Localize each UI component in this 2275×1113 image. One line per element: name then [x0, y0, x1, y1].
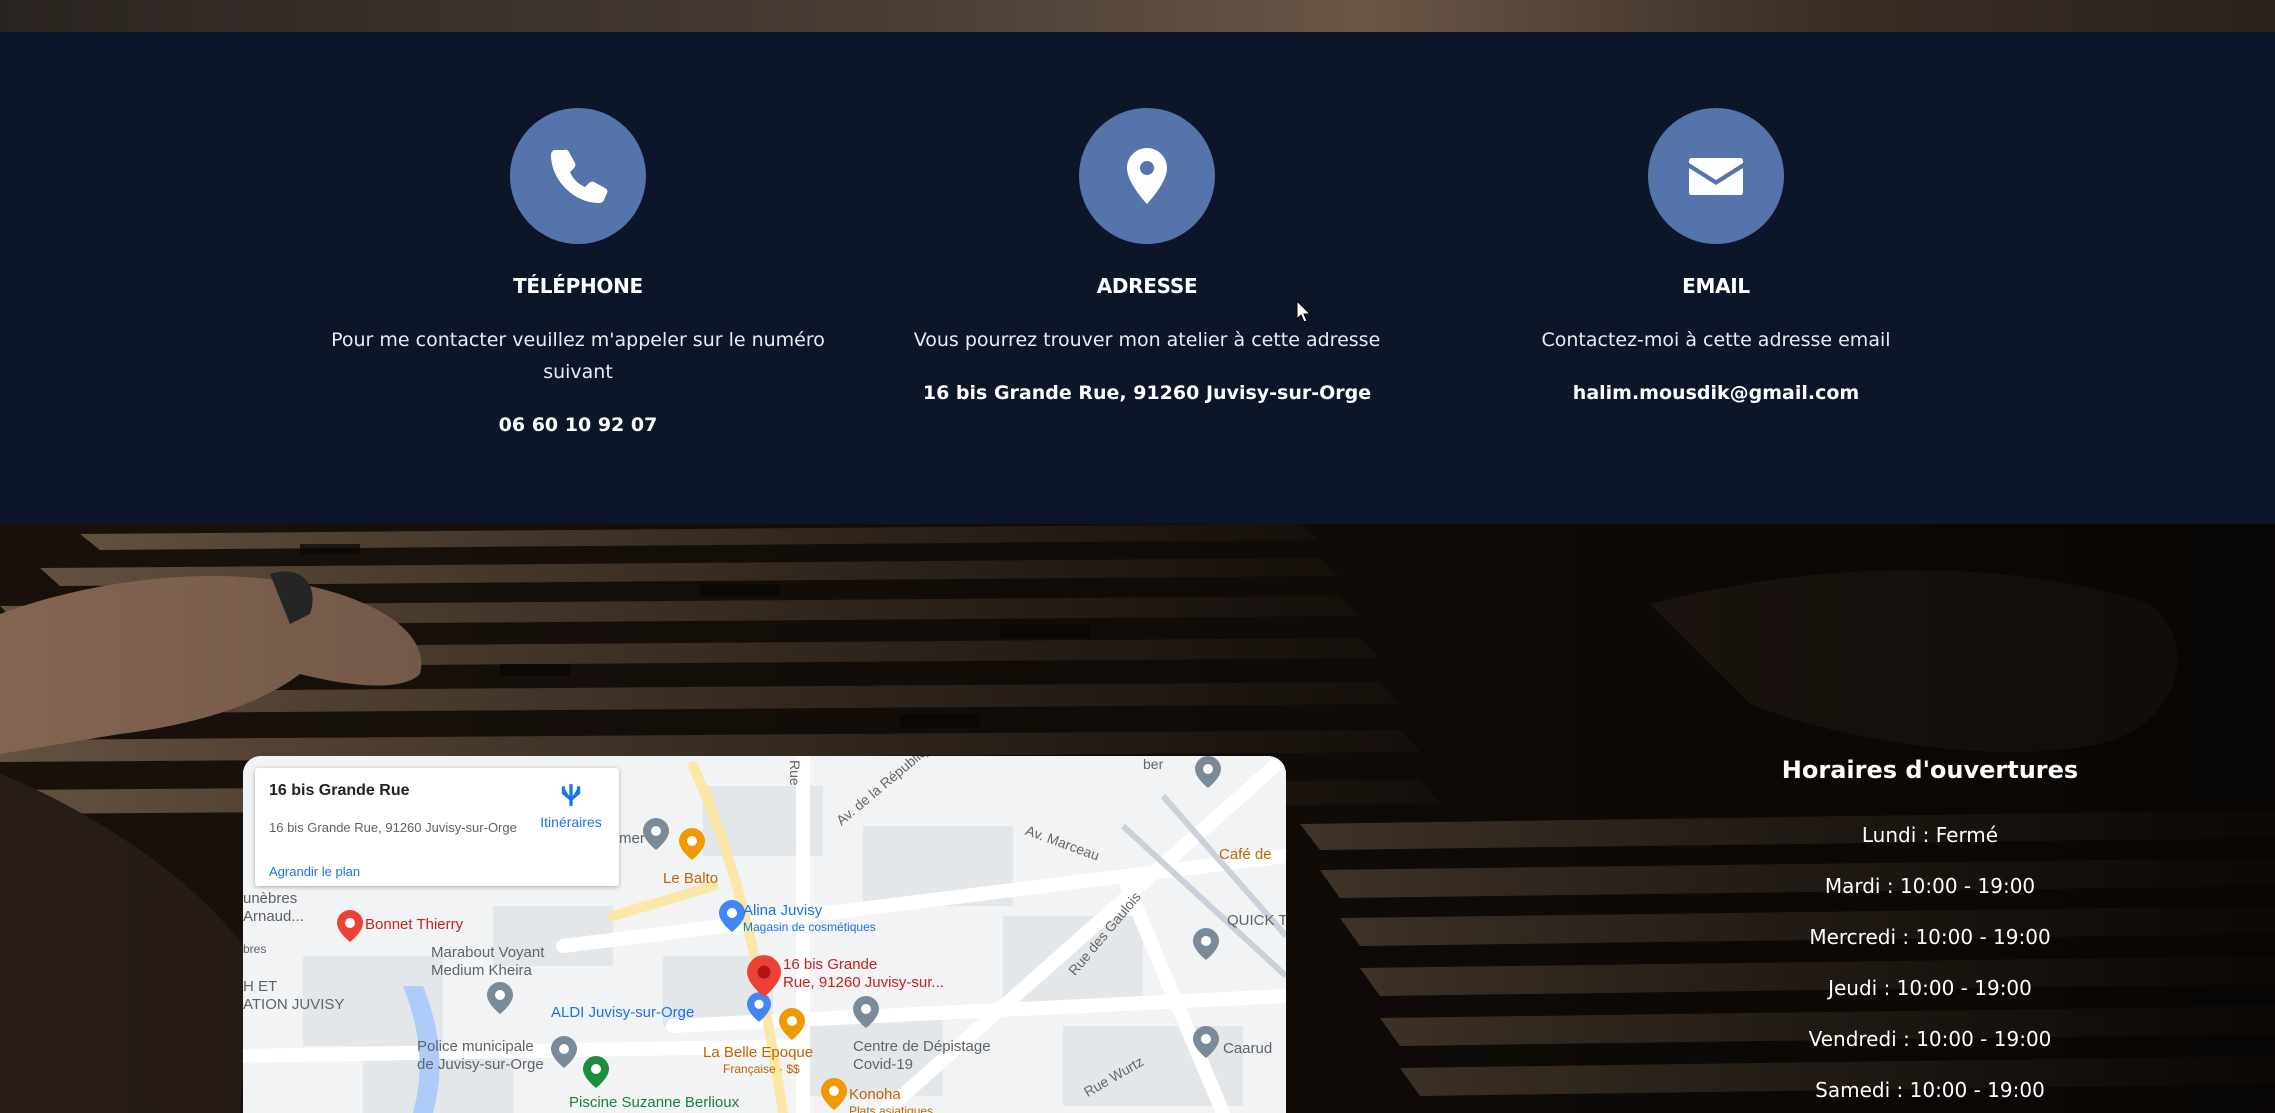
contact-phone: TÉLÉPHONE Pour me contacter veuillez m'a…: [298, 108, 858, 436]
envelope-icon: [1648, 108, 1784, 244]
map-place-address: 16 bis Grande Rue, 91260 Juvisy-sur-Orge: [269, 820, 517, 835]
google-map-embed[interactable]: 16 bis Grande Rue 16 bis Grande Rue, 912…: [243, 756, 1286, 1113]
place-pin-icon: [551, 1036, 577, 1068]
directions-icon: [561, 784, 581, 806]
contact-section: TÉLÉPHONE Pour me contacter veuillez m'a…: [0, 32, 2275, 524]
shop-pin-icon: [337, 910, 363, 942]
map-label-konoha-sub: Plats asiatiques: [849, 1104, 934, 1113]
location-pin-icon: [747, 955, 781, 997]
opening-hours-title: Horaires d'ouvertures: [1781, 756, 2079, 784]
place-pin-icon: [1195, 756, 1221, 788]
map-label-ation: ATION JUVISY: [243, 996, 345, 1013]
phone-description: Pour me contacter veuillez m'appeler sur…: [331, 329, 825, 383]
map-label-funebres-2: Arnaud...: [243, 908, 304, 925]
place-pin-icon: [643, 818, 669, 850]
email-title: EMAIL: [1682, 274, 1750, 298]
map-label-police: Police municipale: [417, 1038, 534, 1055]
place-pin-icon: [1193, 928, 1219, 960]
address-title: ADRESSE: [1096, 274, 1198, 298]
restaurant-pin-icon: [679, 828, 705, 860]
map-label-piscine: Piscine Suzanne Berlioux: [569, 1094, 740, 1111]
map-label-centre: Centre de Dépistage: [853, 1038, 991, 1055]
directions-label: Itinéraires: [540, 814, 602, 830]
map-label-belle-epoque-sub: Française · $$: [723, 1062, 800, 1076]
phone-number[interactable]: 06 60 10 92 07: [499, 414, 658, 436]
map-pin-icon: [1079, 108, 1215, 244]
map-label-police-2: de Juvisy-sur-Orge: [417, 1056, 544, 1073]
map-label-aldi: ALDI Juvisy-sur-Orge: [551, 1004, 695, 1021]
map-label-pin: 16 bis Grande: [783, 956, 878, 973]
hours-tuesday: Mardi : 10:00 - 19:00: [1824, 874, 2036, 898]
opening-hours: Horaires d'ouvertures Lundi : Fermé Mard…: [1660, 756, 2200, 1113]
phone-title: TÉLÉPHONE: [513, 274, 643, 298]
hours-saturday: Samedi : 10:00 - 19:00: [1815, 1078, 2045, 1102]
phone-icon: [510, 108, 646, 244]
map-label-caarud: Caarud: [1223, 1040, 1273, 1057]
map-label-mer: mer: [619, 830, 645, 847]
map-place-title: 16 bis Grande Rue: [269, 782, 410, 799]
map-label-cafe: Café de: [1219, 846, 1272, 863]
email-description: Contactez-moi à cette adresse email: [1541, 329, 1891, 351]
map-label-pin-2: Rue, 91260 Juvisy-sur...: [783, 974, 944, 991]
hours-monday: Lundi : Fermé: [1861, 823, 1999, 847]
map-label-alina: Alina Juvisy: [743, 902, 823, 919]
map-road-ber: ber: [1143, 756, 1164, 772]
map-label-alina-sub: Magasin de cosmétiques: [743, 920, 876, 934]
map-directions-button[interactable]: Itinéraires: [531, 782, 611, 830]
map-label-bonnet: Bonnet Thierry: [365, 916, 464, 933]
address-value: 16 bis Grande Rue, 91260 Juvisy-sur-Orge: [922, 382, 1372, 404]
contact-email: EMAIL Contactez-moi à cette adresse emai…: [1436, 108, 1996, 404]
map-label-funebres: unèbres: [243, 890, 298, 907]
hours-friday: Vendredi : 10:00 - 19:00: [1808, 1027, 2052, 1051]
map-label-le-balto: Le Balto: [663, 870, 719, 887]
hours-wednesday: Mercredi : 10:00 - 19:00: [1809, 925, 2051, 949]
park-pin-icon: [583, 1056, 609, 1088]
top-banner-image: [0, 0, 2275, 32]
restaurant-pin-icon: [779, 1008, 805, 1040]
map-label-konoha: Konoha: [849, 1086, 901, 1103]
mouse-cursor-icon: [1296, 300, 1312, 323]
place-pin-icon: [853, 996, 879, 1028]
address-description: Vous pourrez trouver mon atelier à cette…: [913, 329, 1381, 351]
map-label-quick: QUICK T: [1227, 912, 1286, 929]
place-pin-icon: [1193, 1026, 1219, 1058]
map-label-het: H ET: [243, 978, 278, 995]
map-label-centre-2: Covid-19: [853, 1056, 914, 1073]
email-address[interactable]: halim.mousdik@gmail.com: [1573, 382, 1859, 404]
restaurant-pin-icon: [821, 1078, 847, 1110]
map-label-bres: bres: [243, 942, 267, 956]
map-place-card: 16 bis Grande Rue 16 bis Grande Rue, 912…: [255, 768, 619, 886]
map-enlarge-link[interactable]: Agrandir le plan: [269, 864, 360, 879]
map-label-marabout-2: Medium Kheira: [431, 962, 532, 979]
place-pin-icon: [487, 982, 513, 1014]
contact-address: ADRESSE Vous pourrez trouver mon atelier…: [867, 108, 1427, 404]
map-label-belle-epoque: La Belle Epoque: [703, 1044, 814, 1061]
hours-thursday: Jeudi : 10:00 - 19:00: [1828, 976, 2032, 1000]
shopping-pin-icon: [719, 900, 745, 932]
map-label-marabout: Marabout Voyant: [431, 944, 545, 961]
map-road-rue: Rue: [787, 760, 803, 786]
